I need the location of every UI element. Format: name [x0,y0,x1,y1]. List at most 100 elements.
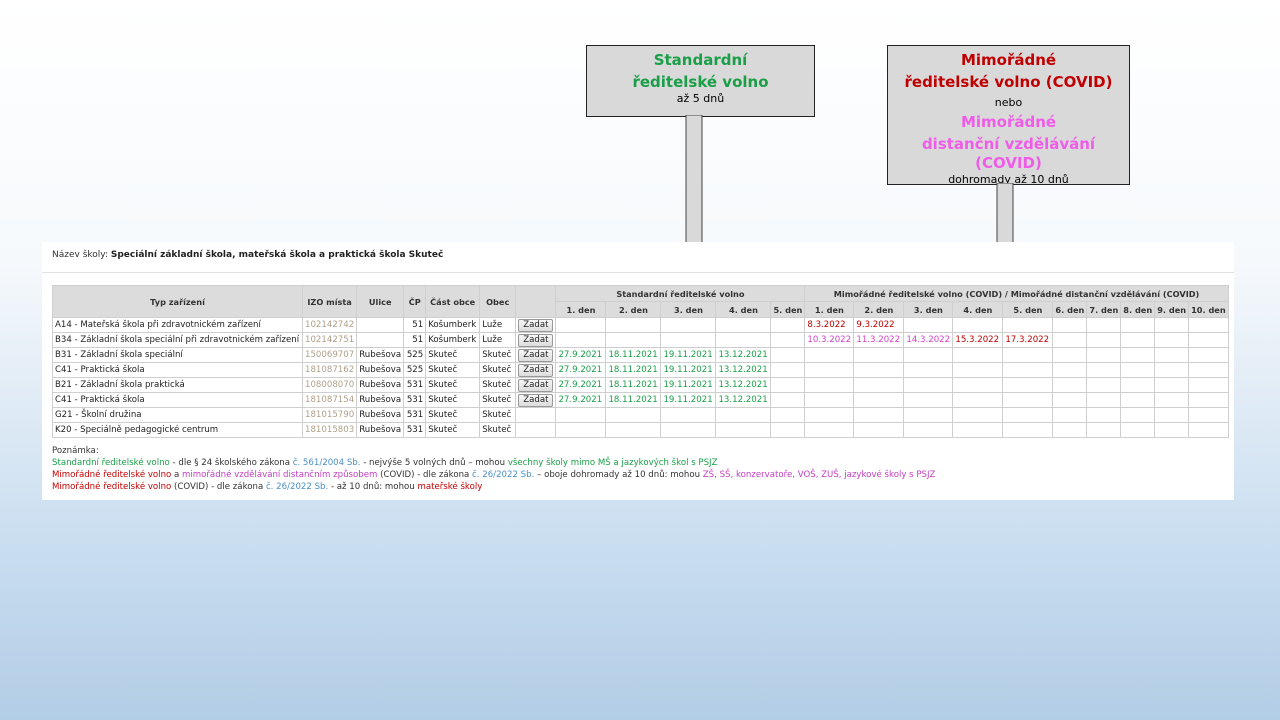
note3-law-link[interactable]: č. 26/2022 Sb. [266,482,328,492]
covid-day-cell[interactable] [1188,317,1229,333]
covid-day-cell[interactable] [1120,377,1156,393]
covid-day-cell[interactable] [952,347,1004,363]
covid-day-cell[interactable] [1086,362,1122,378]
covid-day-cell[interactable] [1002,362,1054,378]
covid-day-cell[interactable] [804,392,855,408]
std-day-cell[interactable] [605,407,662,423]
covid-day-cell[interactable] [804,422,855,438]
std-day-cell[interactable] [715,407,772,423]
covid-day-cell[interactable] [1188,332,1229,348]
covid-day-cell[interactable] [804,407,855,423]
covid-day-cell[interactable] [903,317,954,333]
covid-day-cell[interactable]: 14.3.2022 [903,332,954,348]
covid-day-cell[interactable] [853,422,905,438]
covid-day-cell[interactable]: 8.3.2022 [804,317,855,333]
covid-day-cell[interactable] [1086,317,1122,333]
std-day-cell[interactable] [605,422,662,438]
covid-day-cell[interactable] [1120,317,1156,333]
covid-day-cell[interactable] [1052,377,1088,393]
covid-day-cell[interactable] [903,362,954,378]
covid-day-cell[interactable] [1154,347,1190,363]
covid-day-cell[interactable] [1002,347,1054,363]
covid-day-cell[interactable] [1052,422,1088,438]
covid-day-cell[interactable] [1052,362,1088,378]
covid-day-cell[interactable] [1002,377,1054,393]
zadat-button[interactable]: Zadat [518,378,554,392]
std-day-cell[interactable]: 13.12.2021 [715,347,772,363]
covid-day-cell[interactable] [853,347,905,363]
covid-day-cell[interactable] [853,362,905,378]
covid-day-cell[interactable] [1086,347,1122,363]
std-day-cell[interactable]: 13.12.2021 [715,362,772,378]
covid-day-cell[interactable] [1120,422,1156,438]
covid-day-cell[interactable] [1052,392,1088,408]
covid-day-cell[interactable] [1154,407,1190,423]
note1-law-link[interactable]: č. 561/2004 Sb. [293,458,361,468]
covid-day-cell[interactable] [952,362,1004,378]
std-day-cell[interactable]: 27.9.2021 [555,377,607,393]
std-day-cell[interactable]: 19.11.2021 [660,362,717,378]
covid-day-cell[interactable]: 17.3.2022 [1002,332,1054,348]
covid-day-cell[interactable] [1154,392,1190,408]
std-day-cell[interactable] [770,407,806,423]
std-day-cell[interactable] [660,332,717,348]
zadat-button[interactable]: Zadat [518,318,554,332]
covid-day-cell[interactable] [1154,422,1190,438]
std-day-cell[interactable] [660,422,717,438]
covid-day-cell[interactable] [1188,407,1229,423]
std-day-cell[interactable]: 27.9.2021 [555,347,607,363]
covid-day-cell[interactable]: 11.3.2022 [853,332,905,348]
covid-day-cell[interactable] [1154,377,1190,393]
covid-day-cell[interactable] [1154,362,1190,378]
covid-day-cell[interactable] [1086,422,1122,438]
covid-day-cell[interactable] [1154,332,1190,348]
note2-law-link[interactable]: č. 26/2022 Sb. [472,470,534,480]
std-day-cell[interactable] [605,317,662,333]
std-day-cell[interactable] [555,332,607,348]
std-day-cell[interactable] [770,362,806,378]
std-day-cell[interactable] [715,317,772,333]
std-day-cell[interactable] [770,332,806,348]
covid-day-cell[interactable] [1086,332,1122,348]
covid-day-cell[interactable] [853,377,905,393]
covid-day-cell[interactable] [1188,392,1229,408]
std-day-cell[interactable] [555,317,607,333]
std-day-cell[interactable]: 18.11.2021 [605,362,662,378]
covid-day-cell[interactable]: 9.3.2022 [853,317,905,333]
std-day-cell[interactable]: 18.11.2021 [605,392,662,408]
covid-day-cell[interactable] [1052,317,1088,333]
covid-day-cell[interactable] [952,407,1004,423]
covid-day-cell[interactable] [1188,422,1229,438]
std-day-cell[interactable] [660,317,717,333]
std-day-cell[interactable]: 19.11.2021 [660,377,717,393]
covid-day-cell[interactable] [1120,407,1156,423]
covid-day-cell[interactable] [1052,347,1088,363]
std-day-cell[interactable] [770,422,806,438]
covid-day-cell[interactable] [903,347,954,363]
covid-day-cell[interactable] [1002,317,1054,333]
std-day-cell[interactable]: 18.11.2021 [605,377,662,393]
covid-day-cell[interactable] [1154,317,1190,333]
std-day-cell[interactable] [660,407,717,423]
covid-day-cell[interactable] [903,422,954,438]
covid-day-cell[interactable] [804,362,855,378]
covid-day-cell[interactable] [1086,392,1122,408]
covid-day-cell[interactable]: 15.3.2022 [952,332,1004,348]
std-day-cell[interactable] [555,422,607,438]
std-day-cell[interactable]: 27.9.2021 [555,392,607,408]
std-day-cell[interactable] [715,422,772,438]
covid-day-cell[interactable] [1188,377,1229,393]
std-day-cell[interactable] [770,317,806,333]
covid-day-cell[interactable] [853,392,905,408]
covid-day-cell[interactable] [1120,332,1156,348]
std-day-cell[interactable]: 18.11.2021 [605,347,662,363]
covid-day-cell[interactable] [903,377,954,393]
covid-day-cell[interactable]: 10.3.2022 [804,332,855,348]
covid-day-cell[interactable] [1120,347,1156,363]
covid-day-cell[interactable] [952,317,1004,333]
covid-day-cell[interactable] [903,407,954,423]
covid-day-cell[interactable] [1188,347,1229,363]
std-day-cell[interactable]: 13.12.2021 [715,377,772,393]
std-day-cell[interactable] [715,332,772,348]
covid-day-cell[interactable] [952,392,1004,408]
